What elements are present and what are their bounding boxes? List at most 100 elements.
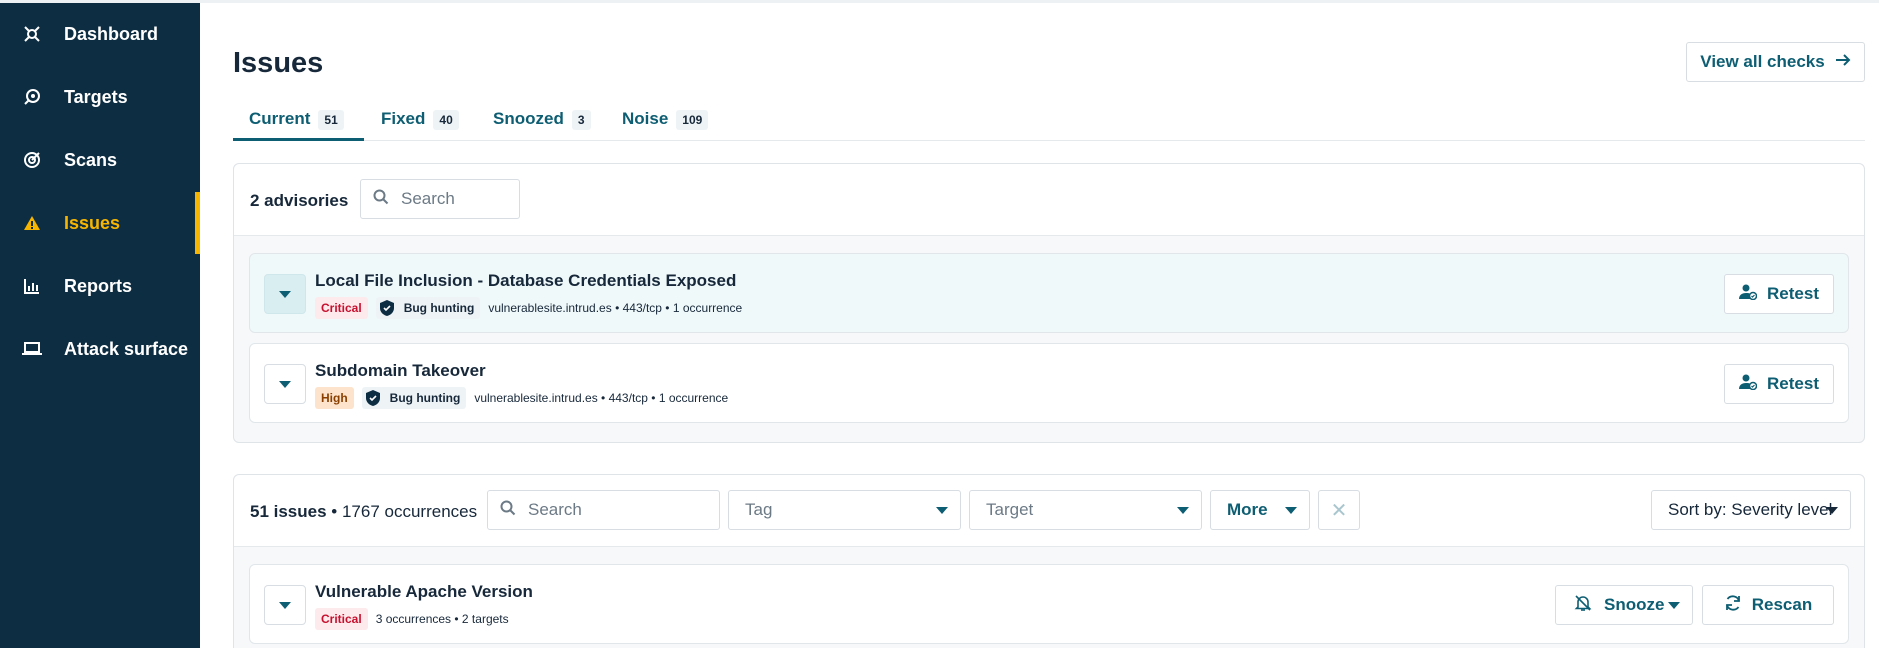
sidebar-item-targets[interactable]: Targets bbox=[0, 66, 200, 128]
advisory-details: vulnerablesite.intrud.es • 443/tcp • 1 o… bbox=[488, 301, 743, 315]
sidebar-item-scans[interactable]: Scans bbox=[0, 129, 200, 191]
sidebar-item-dashboard[interactable]: Dashboard bbox=[0, 3, 200, 65]
rescan-label: Rescan bbox=[1751, 595, 1813, 614]
scan-icon bbox=[22, 150, 42, 170]
tab-noise[interactable]: Noise 109 bbox=[622, 103, 709, 141]
bell-off-icon bbox=[1574, 594, 1592, 617]
tab-label: Noise bbox=[622, 109, 669, 128]
refresh-icon bbox=[1724, 594, 1742, 617]
sidebar-item-reports[interactable]: Reports bbox=[0, 255, 200, 317]
issue-details: 3 occurrences • 2 targets bbox=[375, 612, 509, 626]
expand-button[interactable] bbox=[264, 585, 306, 625]
tag-label: Bug hunting bbox=[389, 391, 461, 405]
tag-label: Bug hunting bbox=[403, 301, 475, 315]
rescan-button[interactable]: Rescan bbox=[1702, 585, 1834, 625]
advisories-count: 2 advisories bbox=[250, 191, 349, 210]
dashboard-icon bbox=[22, 24, 42, 44]
tab-count-badge: 3 bbox=[571, 110, 591, 130]
close-icon: ✕ bbox=[1330, 499, 1348, 522]
sidebar-item-label: Reports bbox=[64, 275, 133, 296]
main-content: Issues View all checks Current 51 Fixed … bbox=[200, 3, 1879, 648]
search-icon bbox=[500, 500, 516, 521]
target-filter-label: Target bbox=[986, 500, 1034, 519]
sidebar-item-issues[interactable]: Issues bbox=[0, 192, 200, 254]
issues-panel: 51 issues • 1767 occurrences Search Tag … bbox=[233, 474, 1865, 648]
caret-down-icon bbox=[1177, 507, 1189, 514]
advisory-card: Local File Inclusion - Database Credenti… bbox=[249, 253, 1849, 333]
tab-count-badge: 40 bbox=[433, 110, 459, 130]
app-window: Dashboard Targets Scans Issues Reports A… bbox=[0, 0, 1879, 648]
expand-button[interactable] bbox=[264, 364, 306, 404]
more-filters-dropdown[interactable]: More bbox=[1210, 490, 1310, 530]
search-placeholder: Search bbox=[401, 189, 455, 208]
caret-down-icon bbox=[1826, 507, 1838, 514]
user-check-icon bbox=[1739, 374, 1758, 395]
sort-label: Sort by: Severity level bbox=[1668, 500, 1833, 519]
retest-label: Retest bbox=[1767, 374, 1819, 393]
sidebar-item-label: Attack surface bbox=[64, 338, 189, 359]
advisory-title: Local File Inclusion - Database Credenti… bbox=[315, 271, 737, 290]
sidebar-item-label: Issues bbox=[64, 212, 121, 233]
sidebar-item-label: Scans bbox=[64, 149, 118, 170]
severity-badge: High bbox=[315, 387, 354, 409]
chevron-down-icon bbox=[279, 290, 291, 298]
tab-label: Snoozed bbox=[493, 109, 564, 128]
severity-badge: Critical bbox=[315, 608, 368, 630]
advisory-details: vulnerablesite.intrud.es • 443/tcp • 1 o… bbox=[474, 391, 729, 405]
view-all-checks-label: View all checks bbox=[1700, 52, 1825, 71]
expand-button[interactable] bbox=[264, 274, 306, 314]
tab-label: Fixed bbox=[381, 109, 426, 128]
tabs-divider bbox=[233, 140, 1865, 141]
retest-label: Retest bbox=[1767, 284, 1819, 303]
issues-search-input[interactable]: Search bbox=[487, 490, 720, 530]
more-filters-label: More bbox=[1227, 500, 1268, 519]
tab-fixed[interactable]: Fixed 40 bbox=[381, 103, 459, 141]
caret-down-icon bbox=[936, 507, 948, 514]
target-filter-dropdown[interactable]: Target bbox=[969, 490, 1202, 530]
view-all-checks-button[interactable]: View all checks bbox=[1686, 42, 1865, 82]
bug-hunting-tag: Bug hunting bbox=[361, 387, 467, 409]
search-icon bbox=[373, 189, 389, 210]
tab-label: Current bbox=[249, 109, 311, 128]
advisories-panel: 2 advisories Search Local File Inclusion… bbox=[233, 163, 1865, 443]
page-title: Issues bbox=[233, 47, 324, 79]
shield-check-icon bbox=[379, 300, 394, 316]
issue-meta: Critical 3 occurrences • 2 targets bbox=[315, 608, 509, 630]
tab-current[interactable]: Current 51 bbox=[233, 103, 364, 141]
bug-hunting-tag: Bug hunting bbox=[375, 297, 481, 319]
snooze-button[interactable]: Snooze bbox=[1555, 585, 1693, 625]
issues-header: 51 issues • 1767 occurrences Search Tag … bbox=[234, 475, 1864, 547]
warning-icon bbox=[22, 213, 42, 233]
tab-count-badge: 51 bbox=[318, 110, 344, 130]
sort-dropdown[interactable]: Sort by: Severity level bbox=[1651, 490, 1851, 530]
clear-filters-button[interactable]: ✕ bbox=[1318, 490, 1360, 530]
issue-card: Vulnerable Apache Version Critical 3 occ… bbox=[249, 564, 1849, 644]
issues-count: 51 issues • 1767 occurrences bbox=[250, 502, 478, 521]
arrow-right-icon bbox=[1835, 52, 1851, 72]
search-placeholder: Search bbox=[528, 500, 582, 519]
bar-chart-icon bbox=[22, 276, 42, 296]
caret-down-icon bbox=[1668, 602, 1680, 609]
advisories-header: 2 advisories Search bbox=[234, 164, 1864, 236]
sidebar-item-label: Targets bbox=[64, 86, 128, 107]
tab-snoozed[interactable]: Snoozed 3 bbox=[493, 103, 591, 141]
snooze-label: Snooze bbox=[1604, 595, 1665, 614]
issue-title: Vulnerable Apache Version bbox=[315, 582, 533, 601]
chevron-down-icon bbox=[279, 380, 291, 388]
laptop-icon bbox=[22, 339, 42, 359]
shield-check-icon bbox=[365, 390, 380, 406]
retest-button[interactable]: Retest bbox=[1724, 364, 1834, 404]
sidebar: Dashboard Targets Scans Issues Reports A… bbox=[0, 3, 200, 648]
sidebar-item-label: Dashboard bbox=[64, 23, 159, 44]
retest-button[interactable]: Retest bbox=[1724, 274, 1834, 314]
advisory-card: Subdomain Takeover High Bug hunting vuln… bbox=[249, 343, 1849, 423]
target-icon bbox=[22, 87, 42, 107]
sidebar-item-attack-surface[interactable]: Attack surface bbox=[0, 318, 200, 380]
advisory-meta: Critical Bug hunting vulnerablesite.intr… bbox=[315, 297, 742, 319]
tag-filter-dropdown[interactable]: Tag bbox=[728, 490, 961, 530]
advisory-meta: High Bug hunting vulnerablesite.intrud.e… bbox=[315, 387, 728, 409]
chevron-down-icon bbox=[279, 601, 291, 609]
advisories-search-input[interactable]: Search bbox=[360, 179, 520, 219]
advisory-title: Subdomain Takeover bbox=[315, 361, 486, 380]
severity-badge: Critical bbox=[315, 297, 368, 319]
